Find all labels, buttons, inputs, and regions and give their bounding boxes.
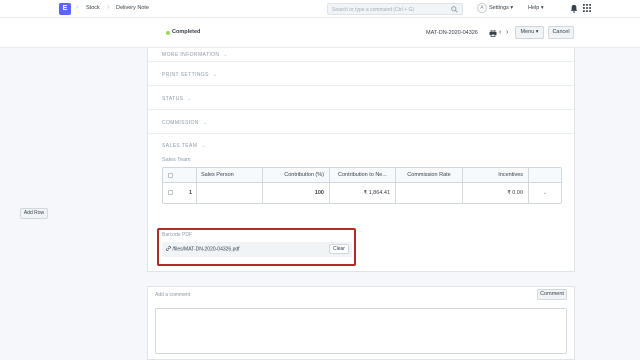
chevron-down-icon: ⌄ (187, 96, 192, 102)
logo-icon[interactable]: E (59, 3, 71, 15)
status-indicator (166, 31, 170, 35)
search-icon[interactable] (451, 6, 458, 13)
attachment-link[interactable]: /files/MAT-DN-2020-04326.pdf (166, 246, 240, 253)
chevron-down-icon: ⌄ (223, 52, 229, 58)
barcode-pdf-label: Barcode PDF (162, 232, 193, 238)
grid-header-incentives: Incentives (463, 168, 529, 183)
search-placeholder: Search or type a command (Ctrl + G) (332, 6, 415, 13)
breadcrumb-delivery-note[interactable]: Delivery Note (116, 5, 149, 11)
chevron-down-icon: ▾ (540, 5, 544, 11)
bell-icon[interactable] (570, 4, 578, 13)
breadcrumb-separator-icon: › (76, 4, 79, 11)
grid-header-index (163, 168, 197, 183)
row-index-cell: 1 (163, 183, 197, 203)
search-input[interactable]: Search or type a command (Ctrl + G) (327, 3, 463, 15)
settings-label: Settings (489, 5, 509, 11)
row-contribution-pct[interactable]: 100 (263, 183, 330, 203)
section-heading-text: MORE INFORMATION (162, 52, 220, 58)
attachment-filename: /files/MAT-DN-2020-04326.pdf (172, 246, 240, 253)
grid-header-sales-person: Sales Person (197, 168, 263, 183)
add-row-button[interactable]: Add Row (20, 208, 48, 219)
breadcrumb-separator-icon: › (107, 4, 110, 11)
menu-button[interactable]: Menu ▾ (515, 26, 544, 39)
section-print-settings[interactable]: PRINT SETTINGS ⌄ (148, 62, 574, 86)
section-heading: STATUS ⌄ (162, 96, 192, 102)
breadcrumb-stock[interactable]: Stock (86, 5, 100, 11)
comment-card: Add a comment Comment (147, 286, 575, 360)
next-icon[interactable]: › (506, 29, 508, 36)
section-heading: MORE INFORMATION ⌄ (162, 52, 228, 58)
barcode-pdf-attachment: /files/MAT-DN-2020-04326.pdf Clear (162, 242, 352, 257)
help-menu[interactable]: Help ▾ (528, 5, 544, 11)
link-icon (166, 246, 171, 251)
chevron-down-icon: ▾ (510, 5, 514, 11)
avatar[interactable]: A (477, 3, 487, 13)
section-sales-team-heading[interactable]: SALES TEAM ⌄ (162, 143, 206, 149)
grid-header-row: Sales Person Contribution (%) Contributi… (163, 168, 561, 183)
chevron-down-icon: ▾ (535, 29, 539, 35)
select-all-checkbox[interactable] (168, 173, 173, 178)
comment-input[interactable] (155, 308, 567, 354)
row-index: 1 (188, 190, 192, 196)
grid-header-contribution-net: Contribution to Ne... (330, 168, 396, 183)
grid-header-actions (529, 168, 561, 183)
page-head: Completed MAT-DN-2020-04326 ‹ › Menu ▾ C… (0, 18, 640, 48)
chevron-down-icon: ⌄ (212, 72, 218, 78)
row-commission-rate[interactable] (396, 183, 463, 203)
row-checkbox[interactable] (168, 190, 173, 195)
sales-team-grid: Sales Person Contribution (%) Contributi… (162, 167, 562, 204)
chevron-down-icon: ⌄ (201, 143, 206, 149)
settings-menu[interactable]: Settings ▾ (489, 5, 513, 11)
section-heading: PRINT SETTINGS ⌄ (162, 72, 218, 78)
section-heading-text: PRINT SETTINGS (162, 72, 209, 78)
row-contribution-net[interactable]: ₹ 1,864.41 (330, 183, 396, 203)
cancel-button[interactable]: Cancel (548, 26, 574, 39)
prev-icon[interactable]: ‹ (499, 29, 501, 36)
clear-button[interactable]: Clear (329, 244, 349, 254)
section-heading: COMMISSION ⌄ (162, 120, 207, 126)
section-heading-text: SALES TEAM (162, 143, 198, 149)
section-status[interactable]: STATUS ⌄ (148, 86, 574, 110)
section-more-information[interactable]: MORE INFORMATION ⌄ (148, 48, 574, 62)
add-comment-label: Add a comment (155, 292, 191, 298)
page-title: MAT-DN-2020-04326 (426, 30, 478, 36)
chevron-down-icon: ⌄ (202, 120, 208, 126)
row-expand-icon[interactable]: ⌄ (529, 183, 561, 203)
section-heading-text: COMMISSION (162, 120, 199, 126)
row-sales-person[interactable] (197, 183, 263, 203)
menu-button-label: Menu (520, 29, 535, 35)
sales-team-label: Sales Team (162, 157, 191, 163)
navbar: E › Stock › Delivery Note Search or type… (0, 0, 640, 18)
row-incentives[interactable]: ₹ 0.00 (463, 183, 529, 203)
grid-header-contribution-pct: Contribution (%) (263, 168, 330, 183)
section-heading-text: STATUS (162, 96, 184, 102)
comment-button[interactable]: Comment (537, 289, 567, 300)
status-badge: Completed (172, 29, 201, 35)
grid-header-commission-rate: Commission Rate (396, 168, 463, 183)
print-icon[interactable] (489, 30, 497, 37)
help-label: Help (528, 5, 540, 11)
grid-icon[interactable] (583, 4, 591, 12)
section-commission[interactable]: COMMISSION ⌄ (148, 110, 574, 134)
